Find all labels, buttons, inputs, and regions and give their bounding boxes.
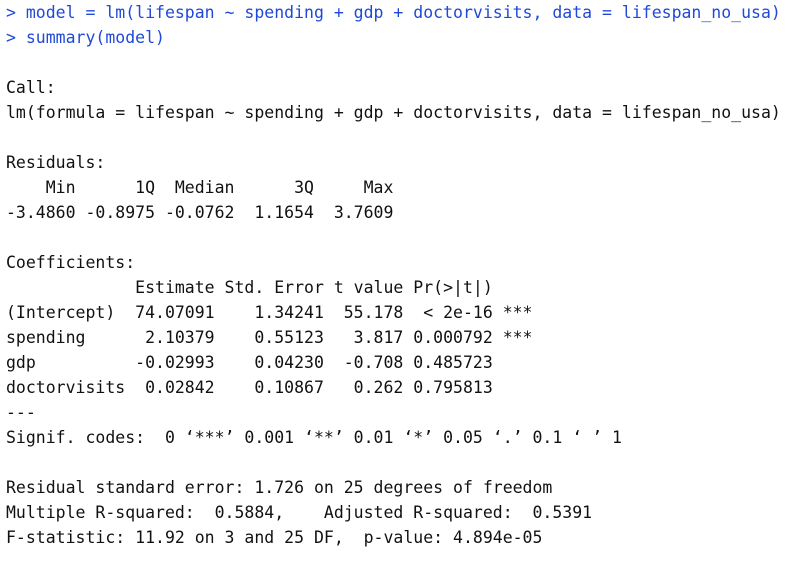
coefficients-columns: Estimate Std. Error t value Pr(>|t|)	[6, 278, 533, 297]
residual-standard-error: Residual standard error: 1.726 on 25 deg…	[6, 478, 553, 497]
command-line-lm: > model = lm(lifespan ~ spending + gdp +…	[6, 3, 781, 22]
coefficient-row-doctorvisits: doctorvisits 0.02842 0.10867 0.262 0.795…	[6, 378, 533, 397]
residuals-values: -3.4860 -0.8975 -0.0762 1.1654 3.7609	[6, 203, 404, 222]
r-console[interactable]: > model = lm(lifespan ~ spending + gdp +…	[0, 0, 791, 561]
separator-line: ---	[6, 403, 36, 422]
r-squared-line: Multiple R-squared: 0.5884, Adjusted R-s…	[6, 503, 603, 522]
residuals-header: Residuals:	[6, 153, 106, 172]
coefficients-header: Coefficients:	[6, 253, 136, 272]
signif-codes: Signif. codes: 0 ‘***’ 0.001 ‘**’ 0.01 ‘…	[6, 428, 622, 447]
coefficient-row-gdp: gdp -0.02993 0.04230 -0.708 0.485723	[6, 353, 533, 372]
coefficient-row-intercept: (Intercept) 74.07091 1.34241 55.178 < 2e…	[6, 303, 533, 322]
command-line-summary: > summary(model)	[6, 28, 165, 47]
call-text: lm(formula = lifespan ~ spending + gdp +…	[6, 103, 781, 122]
residuals-labels: Min 1Q Median 3Q Max	[6, 178, 404, 197]
call-header: Call:	[6, 78, 56, 97]
f-statistic-line: F-statistic: 11.92 on 3 and 25 DF, p-val…	[6, 528, 543, 547]
coefficient-row-spending: spending 2.10379 0.55123 3.817 0.000792 …	[6, 328, 533, 347]
